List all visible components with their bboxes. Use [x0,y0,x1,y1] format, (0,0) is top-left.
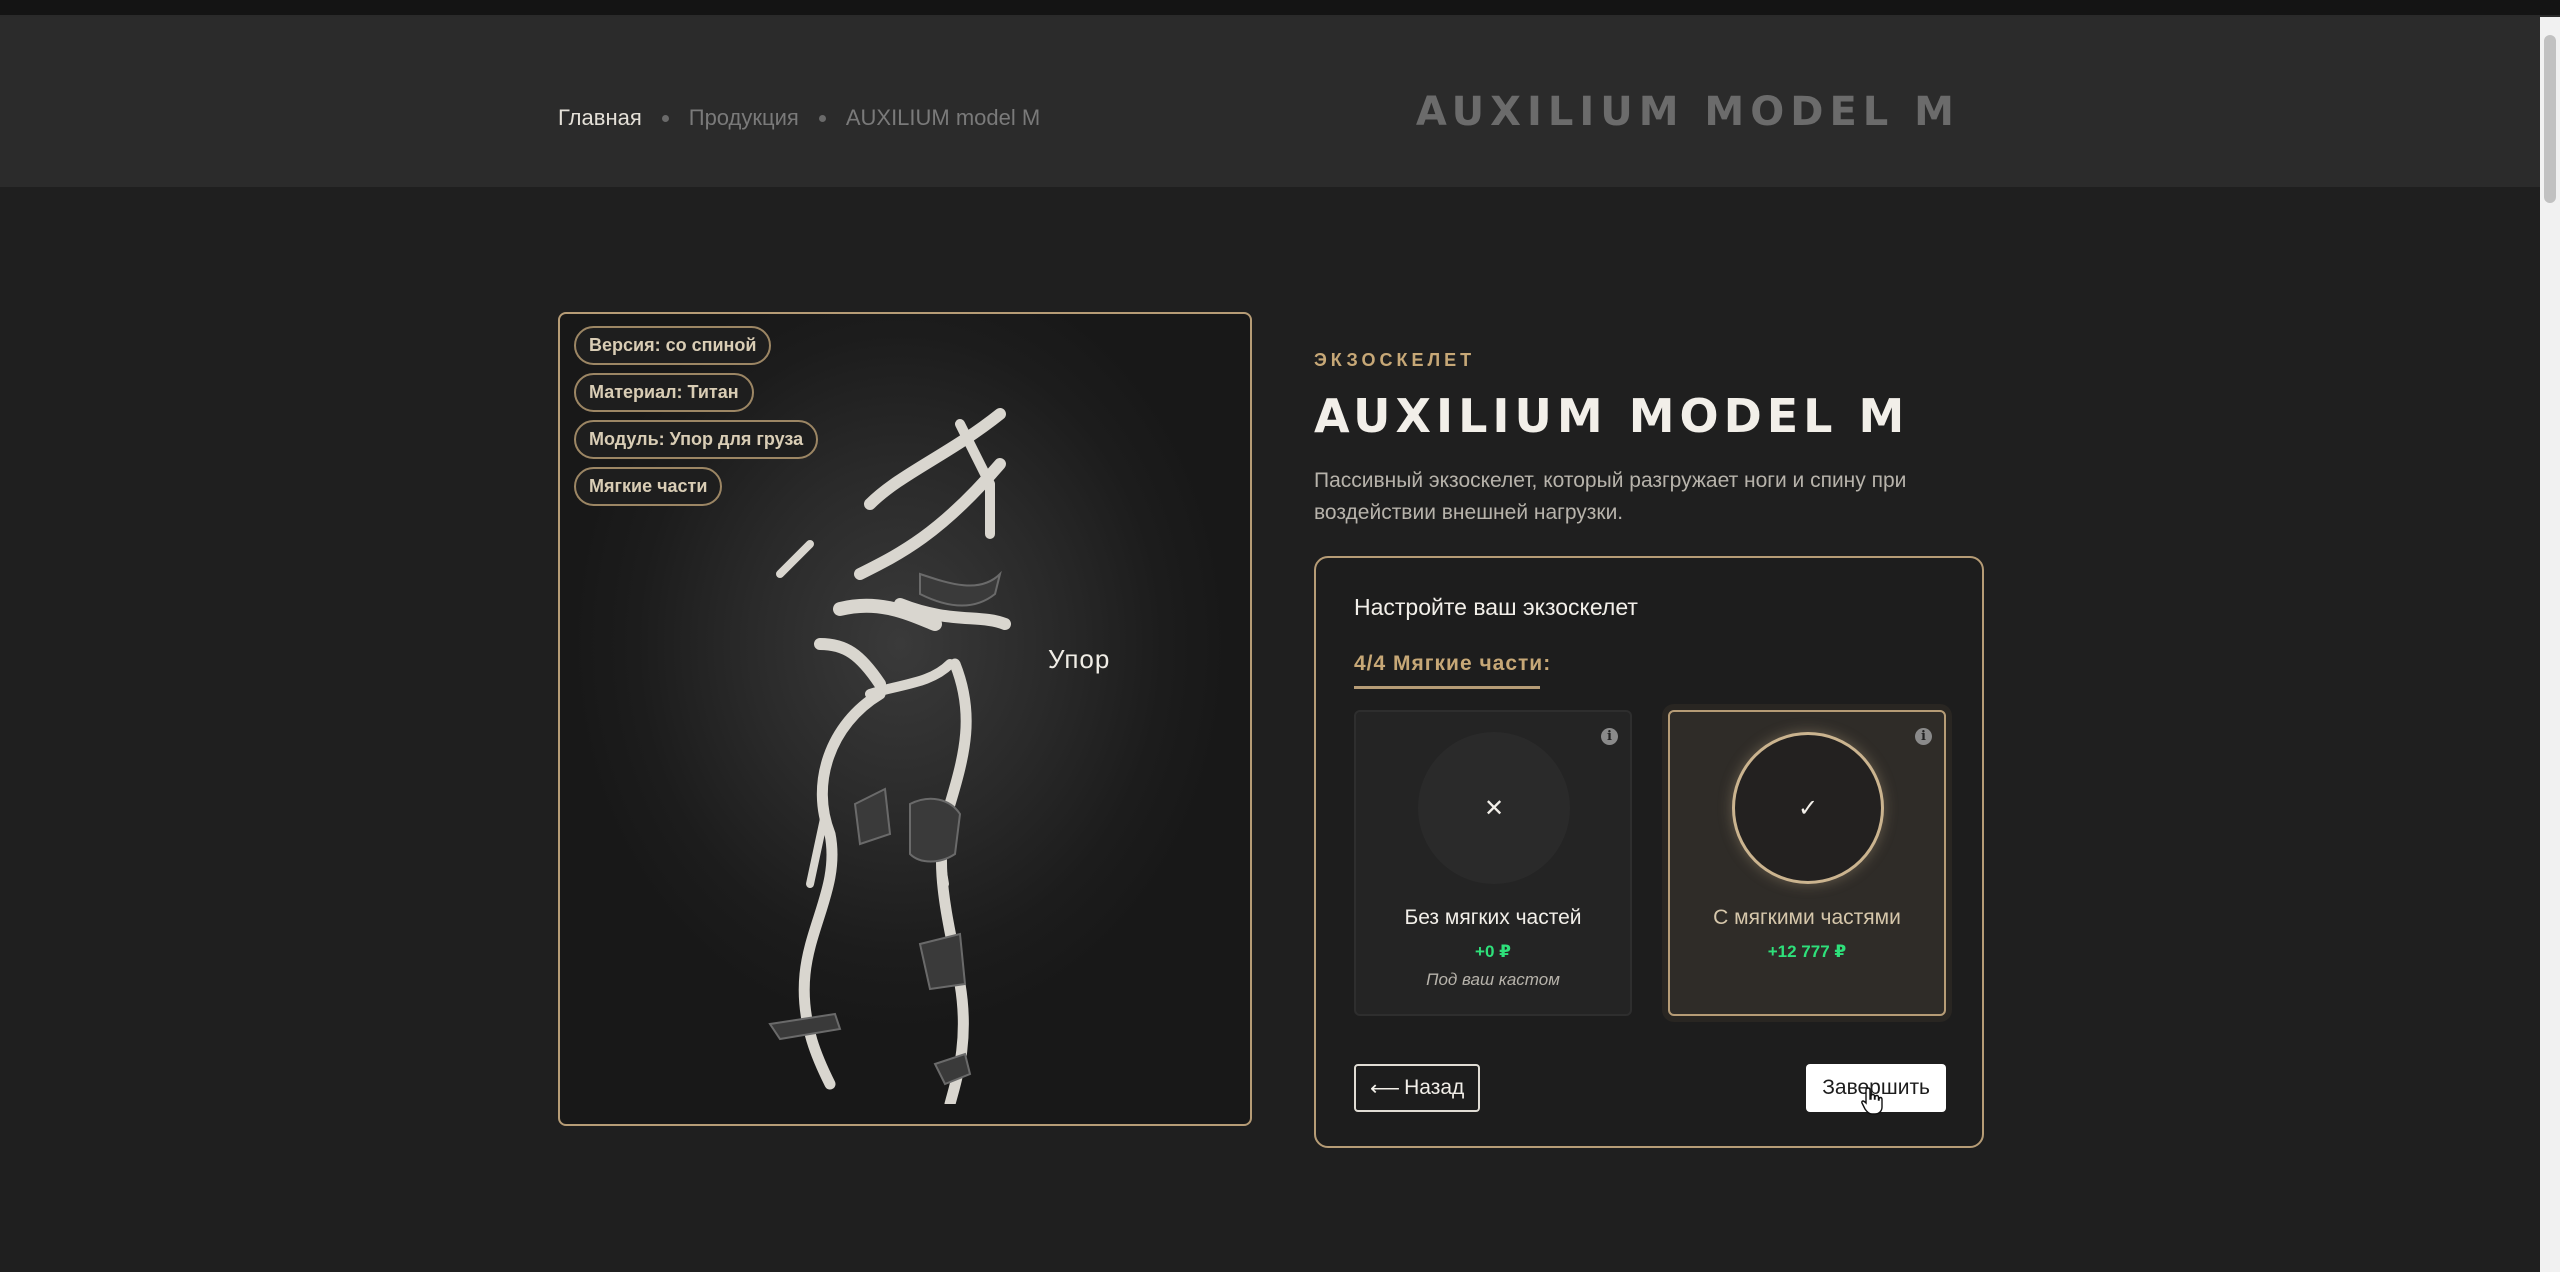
tag-version: Версия: со спиной [574,326,772,365]
option-note: Под ваш кастом [1426,970,1560,989]
back-button-label: Назад [1404,1076,1465,1099]
callout-label: Упор [1048,644,1111,674]
tag-soft-parts: Мягкие части [574,467,723,506]
header-logo: AUXILIUM MODEL M [1415,89,1960,135]
option-name: Без мягких частей [1404,906,1582,929]
step-progress-underline [1354,686,1540,689]
info-icon[interactable]: i [1915,728,1932,745]
option-with-soft-parts[interactable]: i ✓ С мягкими частями +12 777 ₽ [1668,710,1946,1016]
configurator-panel: Настройте ваш экзоскелет 4/4 Мягкие част… [1314,556,1984,1148]
back-button[interactable]: ⟵ Назад [1354,1064,1481,1112]
breadcrumb-separator-icon [661,114,669,122]
product-info: Экзоскелет AUXILIUM MODEL M Пассивный эк… [1314,350,1984,529]
option-no-soft-parts[interactable]: i ✕ Без мягких частей +0 ₽ Под ваш касто… [1354,710,1632,1016]
product-title: AUXILIUM MODEL M [1314,389,1910,443]
option-price: +0 ₽ [1475,942,1511,961]
option-circle-check-icon: ✓ [1732,732,1884,884]
configurator-title: Настройте ваш экзоскелет [1354,594,1638,620]
breadcrumb-home[interactable]: Главная [558,105,642,131]
tag-material: Материал: Титан [574,373,754,412]
browser-top-strip [0,0,2560,17]
configurator-step: 4/4 Мягкие части: [1354,652,1552,675]
option-name: С мягкими частями [1713,906,1901,929]
breadcrumb-products[interactable]: Продукция [689,105,799,131]
option-circle-x-icon: ✕ [1418,732,1570,884]
breadcrumb-separator-icon [818,114,826,122]
exoskeleton-image [768,408,1011,1104]
breadcrumb: Главная Продукция AUXILIUM model M [558,105,1040,131]
breadcrumb-current: AUXILIUM model M [845,105,1041,130]
product-description: Пассивный экзоскелет, который разгружает… [1314,469,1907,524]
info-icon[interactable]: i [1601,728,1618,745]
page-scrollbar[interactable] [2540,17,2560,1272]
product-category: Экзоскелет [1314,350,1476,370]
page-header: Главная Продукция AUXILIUM model M AUXIL… [0,17,2540,187]
arrow-left-icon: ⟵ [1370,1076,1401,1100]
product-gallery: Версия: со спиной Материал: Титан Модуль… [558,312,1252,1126]
option-price: +12 777 ₽ [1767,942,1847,961]
scrollbar-thumb[interactable] [2544,35,2556,203]
hand-pointer-icon [1861,1087,1883,1115]
